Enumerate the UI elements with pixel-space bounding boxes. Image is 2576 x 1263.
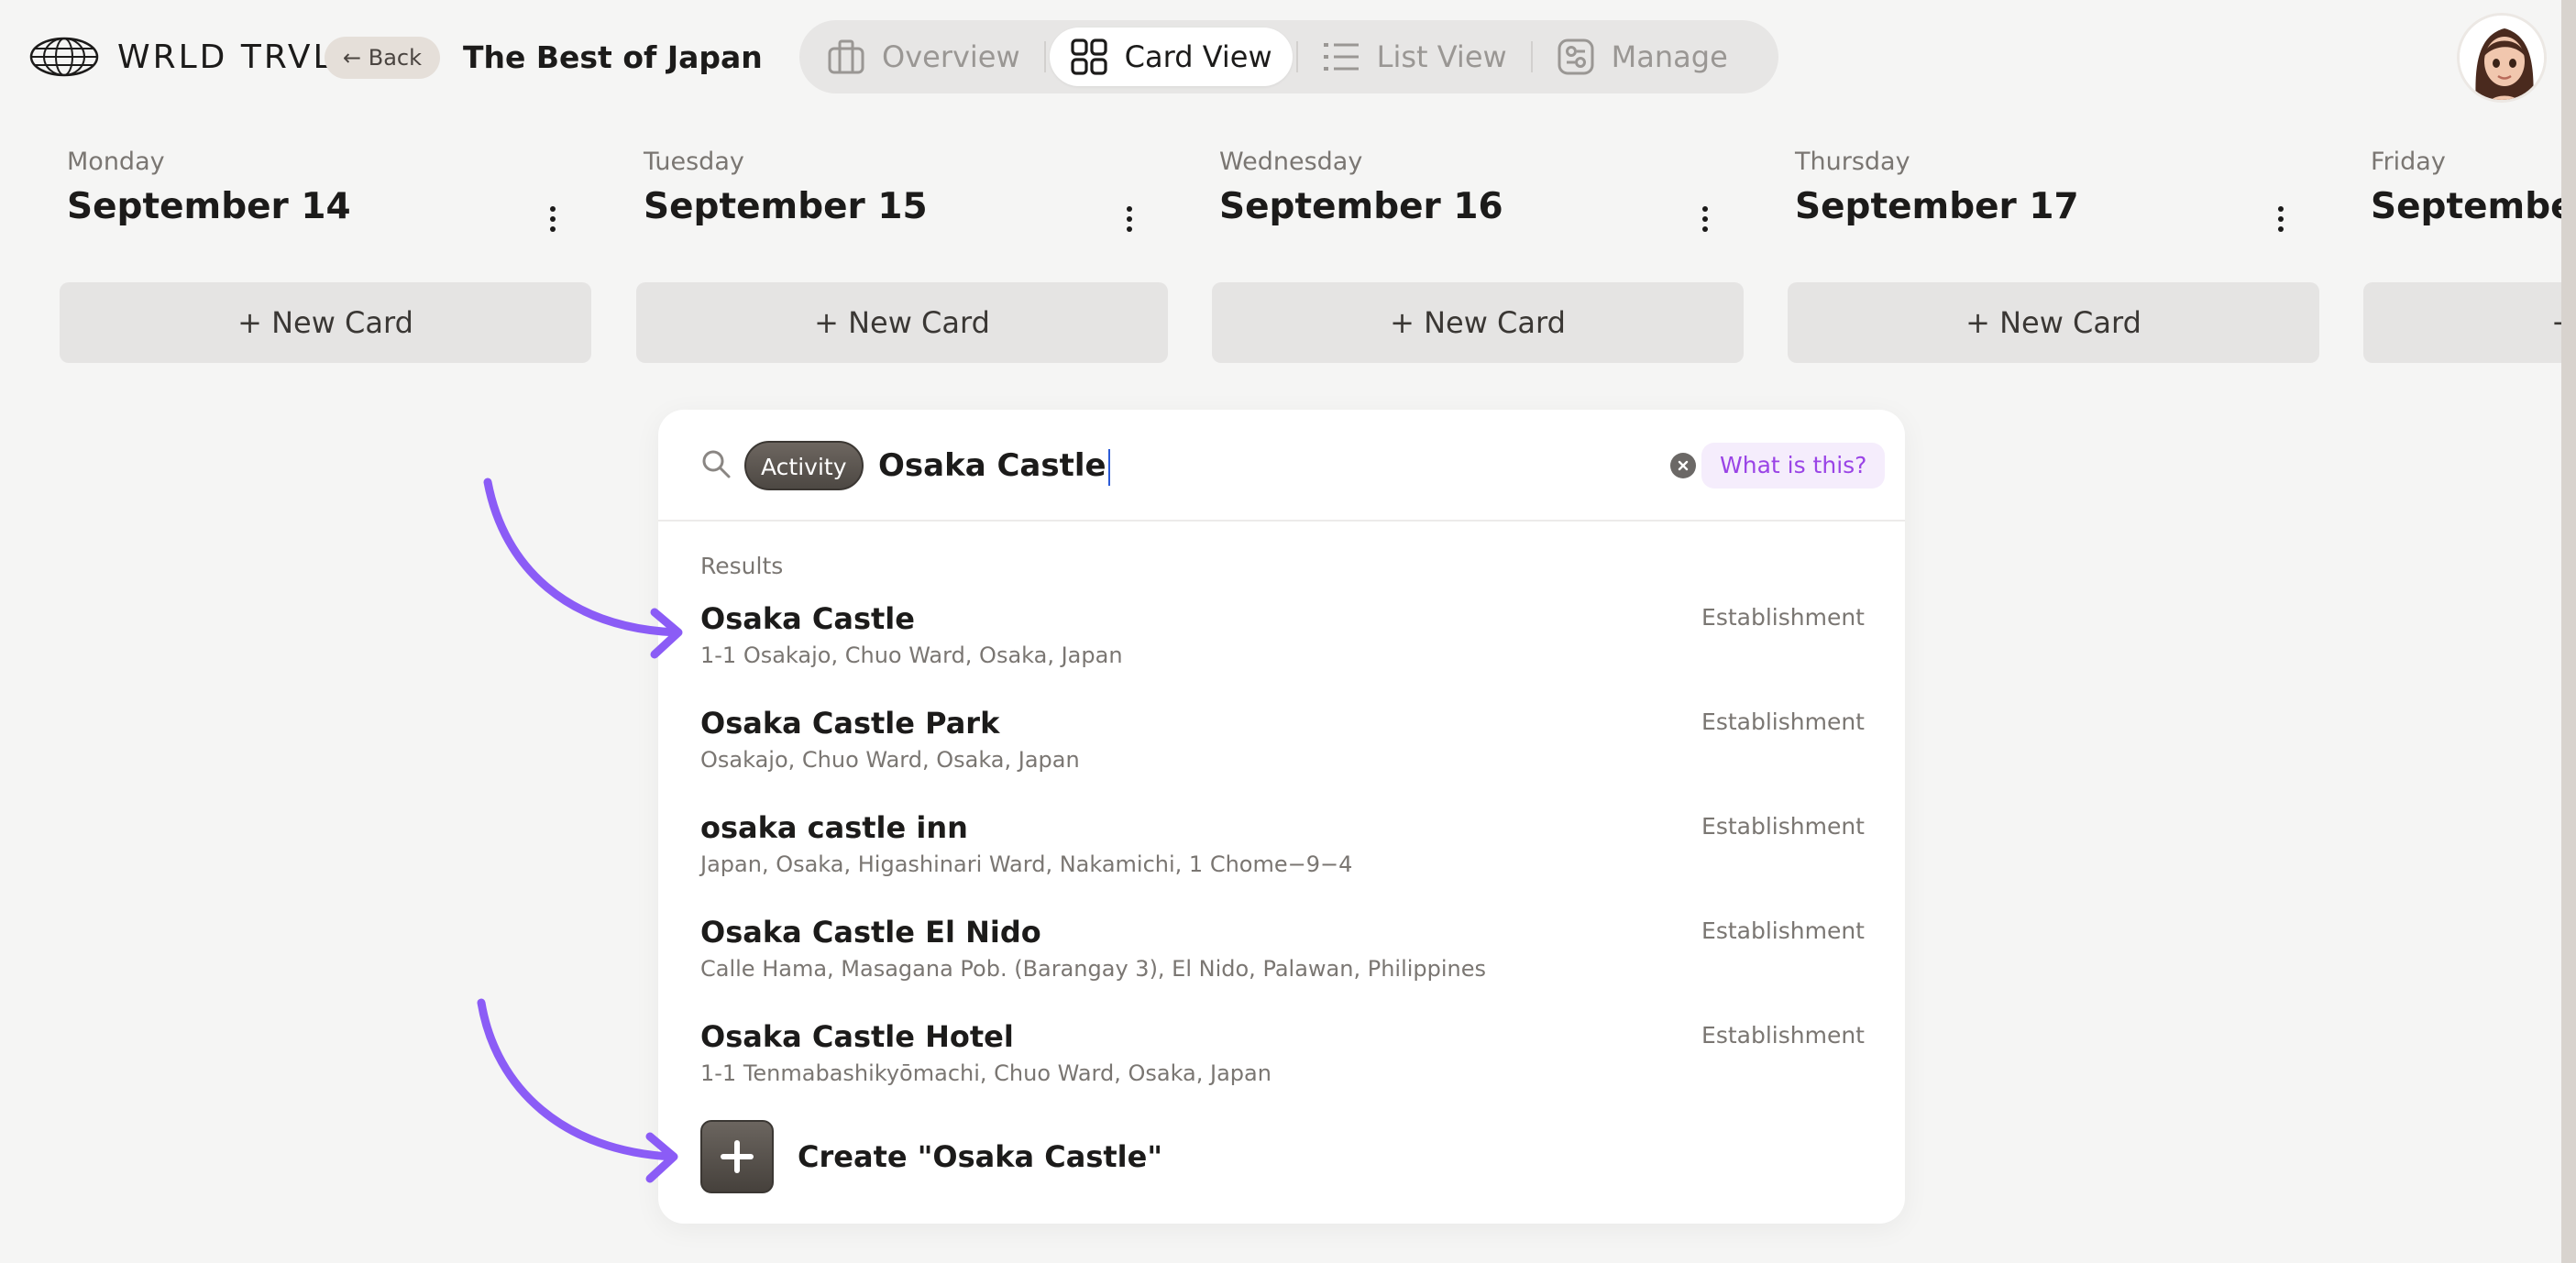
memoji-avatar-icon xyxy=(2460,16,2544,100)
list-icon xyxy=(1323,43,1359,71)
day-weekday: Tuesday xyxy=(644,148,744,176)
create-label: Create "Osaka Castle" xyxy=(798,1139,1162,1174)
tab-card-view[interactable]: Card View xyxy=(1049,27,1293,86)
create-custom-item-button[interactable]: Create "Osaka Castle" xyxy=(700,1120,1162,1193)
search-result-item[interactable]: osaka castle inn Japan, Osaka, Higashina… xyxy=(700,809,1865,892)
new-card-button[interactable]: + New Card xyxy=(1212,282,1744,363)
place-search-panel: Activity Osaka Castle What is this? Resu… xyxy=(658,410,1905,1224)
app-logo[interactable]: WRLD TRVL xyxy=(29,37,335,77)
result-address: Calle Hama, Masagana Pob. (Barangay 3), … xyxy=(700,956,1487,982)
result-name: Osaka Castle El Nido xyxy=(700,915,1041,950)
day-column: Wednesday September 16 + New Card xyxy=(1212,147,1744,363)
annotation-arrow-icon xyxy=(483,478,683,659)
search-result-item[interactable]: Osaka Castle Hotel 1-1 Tenmabashikyōmach… xyxy=(700,1018,1865,1101)
day-column: Thursday September 17 + New Card xyxy=(1788,147,2319,363)
tab-manage-label: Manage xyxy=(1611,39,1728,74)
day-date: September 16 xyxy=(1219,186,1503,227)
clear-search-button[interactable] xyxy=(1670,453,1696,478)
result-address: 1-1 Osakajo, Chuo Ward, Osaka, Japan xyxy=(700,642,1123,668)
new-card-button[interactable]: + New Card xyxy=(2363,282,2561,363)
logo-text: WRLD TRVL xyxy=(117,38,335,76)
tab-divider xyxy=(1295,41,1298,72)
tab-overview[interactable]: Overview xyxy=(807,27,1040,86)
annotation-arrow-icon xyxy=(477,998,678,1183)
result-name: Osaka Castle Park xyxy=(700,706,1000,741)
new-card-button[interactable]: + New Card xyxy=(60,282,591,363)
tab-divider xyxy=(1043,41,1046,72)
search-input[interactable]: Osaka Castle xyxy=(878,441,1110,490)
sliders-icon xyxy=(1558,38,1594,75)
result-type: Establishment xyxy=(1701,917,1865,944)
tab-divider xyxy=(1530,41,1533,72)
result-name: osaka castle inn xyxy=(700,810,968,845)
day-column: Tuesday September 15 + New Card xyxy=(636,147,1168,363)
result-type: Establishment xyxy=(1701,813,1865,840)
search-result-item[interactable]: Osaka Castle Park Osakajo, Chuo Ward, Os… xyxy=(700,705,1865,787)
day-column: Friday September 18 + New Card xyxy=(2363,147,2561,363)
day-column: Monday September 14 + New Card xyxy=(60,147,591,363)
back-button[interactable]: ← Back xyxy=(325,37,441,79)
tab-card-view-label: Card View xyxy=(1124,39,1272,74)
day-column-clip: Friday September 18 + New Card xyxy=(2363,147,2561,367)
result-name: Osaka Castle xyxy=(700,601,915,636)
day-date: September 18 xyxy=(2371,186,2561,227)
briefcase-icon xyxy=(828,39,864,74)
search-bar: Activity Osaka Castle What is this? xyxy=(658,410,1905,522)
results-heading: Results xyxy=(700,553,784,579)
day-weekday: Friday xyxy=(2371,148,2446,176)
grid-icon xyxy=(1071,38,1107,75)
result-name: Osaka Castle Hotel xyxy=(700,1019,1014,1054)
top-bar: WRLD TRVL ← Back The Best of Japan Overv… xyxy=(0,0,2561,115)
result-type: Establishment xyxy=(1701,1022,1865,1049)
scrollbar[interactable] xyxy=(2561,0,2576,1263)
search-query-text: Osaka Castle xyxy=(878,447,1106,484)
search-result-item[interactable]: Osaka Castle 1-1 Osakajo, Chuo Ward, Osa… xyxy=(700,600,1865,683)
category-chip[interactable]: Activity xyxy=(744,441,864,490)
day-weekday: Wednesday xyxy=(1219,148,1363,176)
close-icon xyxy=(1678,460,1689,471)
day-weekday: Thursday xyxy=(1795,148,1910,176)
result-address: Japan, Osaka, Higashinari Ward, Nakamich… xyxy=(700,851,1353,877)
globe-icon xyxy=(29,37,99,77)
day-date: September 15 xyxy=(644,186,928,227)
day-date: September 17 xyxy=(1795,186,2079,227)
tab-list-view[interactable]: List View xyxy=(1302,27,1527,86)
trip-title: The Best of Japan xyxy=(463,39,763,75)
what-is-this-button[interactable]: What is this? xyxy=(1701,443,1886,489)
tab-manage[interactable]: Manage xyxy=(1536,27,1748,86)
result-type: Establishment xyxy=(1701,708,1865,735)
plus-icon xyxy=(700,1120,774,1193)
more-options-icon[interactable] xyxy=(2270,203,2292,240)
new-card-button[interactable]: + New Card xyxy=(636,282,1168,363)
day-weekday: Monday xyxy=(67,148,165,176)
text-cursor xyxy=(1107,448,1110,486)
search-result-item[interactable]: Osaka Castle El Nido Calle Hama, Masagan… xyxy=(700,914,1865,996)
view-tabs: Overview Card View List View Manage xyxy=(799,20,1778,93)
result-type: Establishment xyxy=(1701,604,1865,631)
more-options-icon[interactable] xyxy=(542,203,564,240)
tab-list-view-label: List View xyxy=(1376,39,1507,74)
more-options-icon[interactable] xyxy=(1694,203,1716,240)
user-avatar[interactable] xyxy=(2457,13,2547,103)
day-date: September 14 xyxy=(67,186,351,227)
more-options-icon[interactable] xyxy=(1118,203,1140,240)
tab-overview-label: Overview xyxy=(882,39,1020,74)
new-card-button[interactable]: + New Card xyxy=(1788,282,2319,363)
search-icon xyxy=(702,450,731,478)
result-address: Osakajo, Chuo Ward, Osaka, Japan xyxy=(700,747,1080,773)
result-address: 1-1 Tenmabashikyōmachi, Chuo Ward, Osaka… xyxy=(700,1060,1271,1086)
